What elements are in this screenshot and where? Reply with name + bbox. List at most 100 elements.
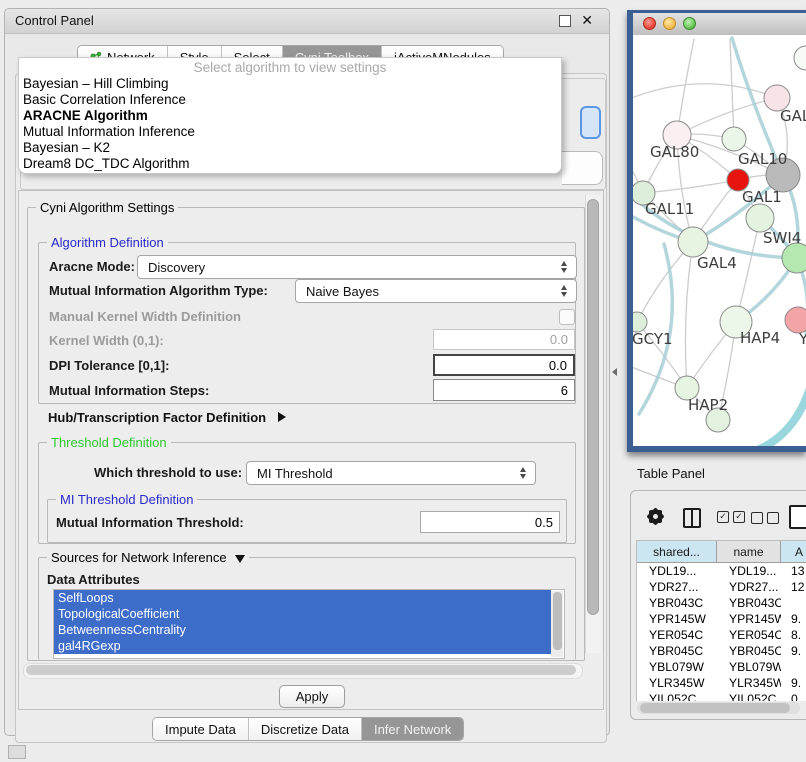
algorithm-option[interactable]: Bayesian – Hill Climbing xyxy=(19,76,561,92)
column-header-3[interactable]: A xyxy=(781,541,806,563)
table-row[interactable]: YBL079WYBL079W xyxy=(637,659,806,675)
table-cell: YDL19... xyxy=(637,563,717,579)
network-edge[interactable] xyxy=(752,374,806,446)
close-traffic-light[interactable] xyxy=(643,17,656,30)
column-header-1[interactable]: shared... xyxy=(637,541,717,563)
hub-definition-toggle[interactable]: Hub/Transcription Factor Definition xyxy=(48,410,286,425)
attribute-list-item[interactable]: gal4RGexp xyxy=(54,638,551,654)
gear-icon[interactable] xyxy=(649,510,662,523)
network-edge[interactable] xyxy=(677,39,694,135)
export-table-icon[interactable] xyxy=(789,505,806,529)
collapsed-panel-icon[interactable] xyxy=(8,745,26,759)
algorithm-definition-title: Algorithm Definition xyxy=(47,235,168,250)
tab-infer-network[interactable]: Infer Network xyxy=(362,718,463,740)
column-header-2[interactable]: name xyxy=(717,541,781,563)
settings-vscrollbar-thumb[interactable] xyxy=(587,199,599,615)
network-view-window: GALGAL80GAL10GAL1SWI4GAL11GAL4GCY1HAP4YH… xyxy=(627,10,806,452)
mi-steps-input[interactable]: 6 xyxy=(433,379,575,401)
apply-button[interactable]: Apply xyxy=(279,685,345,708)
cyni-algorithm-settings-group: Cyni Algorithm Settings Algorithm Defini… xyxy=(27,207,585,661)
table-row[interactable]: YDR27...YDR27...12 xyxy=(637,579,806,595)
table-row[interactable]: YIL052CYIL052C0. xyxy=(637,691,806,701)
mi-threshold-group: MI Threshold Definition Mutual Informati… xyxy=(47,499,567,543)
algorithm-option[interactable]: Bayesian – K2 xyxy=(19,140,561,156)
control-panel-titlebar: Control Panel ✕ xyxy=(5,9,609,34)
attribute-list-item[interactable]: TopologicalCoefficient xyxy=(54,606,551,622)
network-edge[interactable] xyxy=(633,84,777,99)
attribute-list-item[interactable]: BetweennessCentrality xyxy=(54,622,551,638)
network-node-gcy1[interactable] xyxy=(633,312,647,332)
deselect-all-checks-icon[interactable] xyxy=(751,512,779,524)
sources-group-title[interactable]: Sources for Network Inference xyxy=(47,550,249,565)
table-cell: YPR145W xyxy=(637,611,717,627)
table-cell: YIL052C xyxy=(717,691,781,701)
network-edge[interactable] xyxy=(685,242,693,388)
attribute-list-item[interactable]: SelfLoops xyxy=(54,590,551,606)
network-node-gal4[interactable] xyxy=(678,227,708,257)
mi-threshold-input[interactable]: 0.5 xyxy=(420,511,560,533)
network-canvas[interactable]: GALGAL80GAL10GAL1SWI4GAL11GAL4GCY1HAP4YH… xyxy=(633,35,806,446)
aracne-mode-select[interactable]: Discovery xyxy=(137,255,577,279)
tab-discretize-data[interactable]: Discretize Data xyxy=(249,718,362,740)
table-row[interactable]: YER054CYER054C8. xyxy=(637,627,806,643)
network-node[interactable] xyxy=(722,127,746,151)
table-row[interactable]: YBR043CYBR043C xyxy=(637,595,806,611)
zoom-traffic-light[interactable] xyxy=(683,17,696,30)
algorithm-dropdown-placeholder: Select algorithm to view settings xyxy=(19,60,561,76)
algorithm-option[interactable]: Mutual Information Inference xyxy=(19,124,561,140)
table-row[interactable]: YLR345WYLR345W9. xyxy=(637,675,806,691)
table-cell: YBR045C xyxy=(717,643,781,659)
node-label: GAL80 xyxy=(650,143,699,161)
float-window-icon[interactable] xyxy=(559,15,571,27)
table-row[interactable]: YPR145WYPR145W9. xyxy=(637,611,806,627)
tab-label: Impute Data xyxy=(165,722,236,737)
table-cell: 12 xyxy=(781,579,806,595)
table-row[interactable]: YDL19...YDL19...13 xyxy=(637,563,806,579)
mi-algorithm-type-select[interactable]: Naive Bayes xyxy=(295,279,577,303)
network-edge[interactable] xyxy=(730,39,734,139)
table-cell: 13 xyxy=(781,563,806,579)
tab-label: Discretize Data xyxy=(261,722,349,737)
aracne-mode-value: Discovery xyxy=(138,260,556,275)
split-pane-collapse-handle[interactable] xyxy=(612,368,617,376)
table-cell: 9. xyxy=(781,643,806,659)
columns-icon[interactable] xyxy=(683,508,701,528)
network-edge[interactable] xyxy=(643,180,738,193)
stepper-arrows-icon xyxy=(556,285,576,297)
algorithm-option[interactable]: Basic Correlation Inference xyxy=(19,92,561,108)
table-cell: YBL079W xyxy=(637,659,717,675)
threshold-definition-group: Threshold Definition Which threshold to … xyxy=(38,442,576,544)
algorithm-dropdown-list: Select algorithm to view settings Bayesi… xyxy=(18,57,562,174)
data-attributes-list[interactable]: SelfLoopsTopologicalCoefficientBetweenne… xyxy=(53,589,565,659)
manual-kernel-label: Manual Kernel Width Definition xyxy=(49,309,241,324)
table-cell xyxy=(781,595,806,611)
algorithm-option[interactable]: ARACNE Algorithm xyxy=(19,108,561,124)
table-row[interactable]: YBR045CYBR045C9. xyxy=(637,643,806,659)
table-cell: 9. xyxy=(781,675,806,691)
select-all-checks-icon[interactable]: ✓✓ xyxy=(717,511,745,523)
close-icon[interactable]: ✕ xyxy=(581,12,593,29)
bottom-tabs: Impute Data Discretize Data Infer Network xyxy=(152,717,464,741)
network-node[interactable] xyxy=(782,243,806,273)
network-node[interactable] xyxy=(794,46,806,70)
list-scrollbar[interactable] xyxy=(551,591,563,657)
network-node-swi4[interactable] xyxy=(746,204,774,232)
control-panel-title: Control Panel xyxy=(15,13,94,28)
which-threshold-select[interactable]: MI Threshold xyxy=(246,461,536,485)
mi-type-value: Naive Bayes xyxy=(296,284,556,299)
dpi-tolerance-input[interactable]: 0.0 xyxy=(433,354,575,376)
manual-kernel-checkbox[interactable] xyxy=(559,309,575,325)
sources-title-text: Sources for Network Inference xyxy=(51,550,227,565)
node-label: GCY1 xyxy=(633,330,673,348)
settings-hscrollbar-thumb[interactable] xyxy=(26,665,576,675)
collapsed-arrow-icon xyxy=(278,412,286,422)
minimize-traffic-light[interactable] xyxy=(663,17,676,30)
algorithm-option[interactable]: Dream8 DC_TDC Algorithm xyxy=(19,156,561,172)
node-label: GAL xyxy=(780,107,806,125)
dpi-tolerance-label: DPI Tolerance [0,1]: xyxy=(49,358,169,373)
table-hscrollbar-thumb[interactable] xyxy=(640,703,790,713)
table-cell: YLR345W xyxy=(717,675,781,691)
kernel-width-input[interactable]: 0.0 xyxy=(433,329,575,350)
tab-impute-data[interactable]: Impute Data xyxy=(153,718,249,740)
table-cell: YBL079W xyxy=(717,659,781,675)
